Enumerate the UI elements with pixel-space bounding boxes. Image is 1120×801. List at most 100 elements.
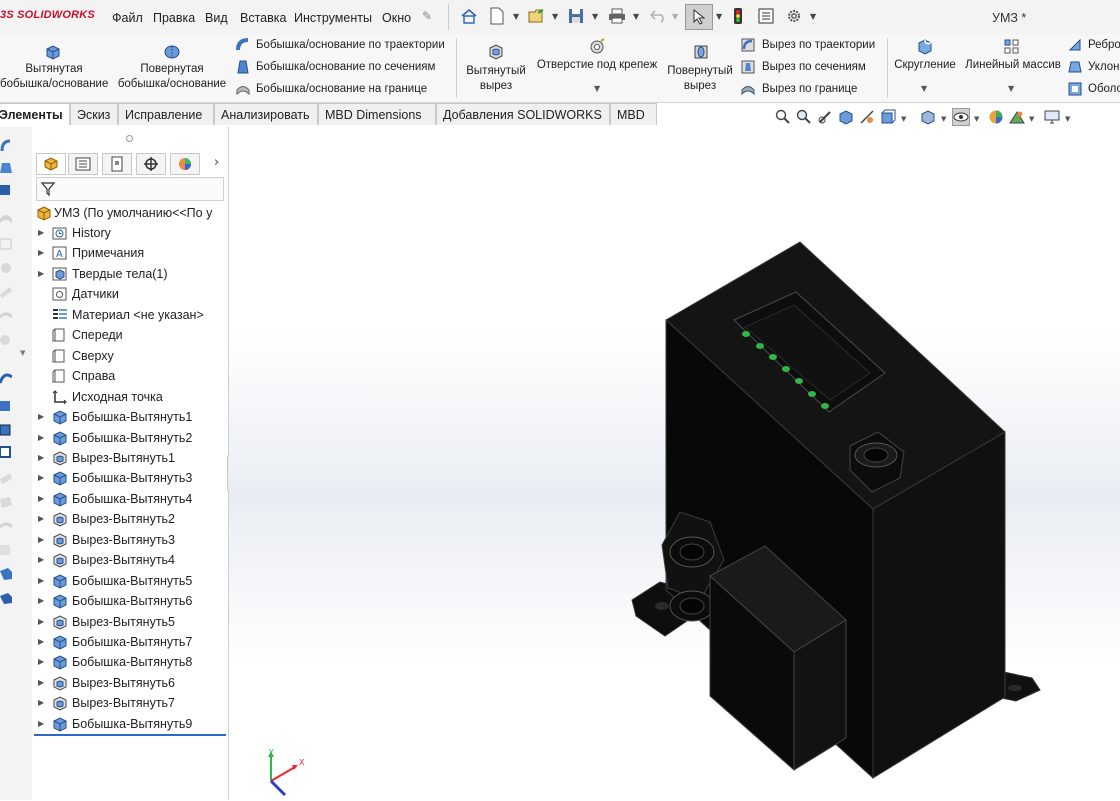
graphics-viewport[interactable]: ▼ ▼ ▼ ▼ ▼ Y X xyxy=(229,108,1120,800)
tree-item[interactable]: Справа xyxy=(32,366,228,386)
tree-root[interactable]: УМЗ (По умолчанию<<По у xyxy=(32,203,228,223)
tree-item[interactable]: ▶ Бобышка-Вытянуть6 xyxy=(32,591,228,611)
options-gear-icon[interactable] xyxy=(784,6,804,26)
expand-arrow-icon[interactable]: ▶ xyxy=(38,264,44,284)
rapid-sketch-icon[interactable] xyxy=(0,445,12,462)
tab-mbd[interactable]: MBD xyxy=(610,103,657,125)
tree-item[interactable]: ▶ Бобышка-Вытянуть1 xyxy=(32,407,228,427)
print-dropdown-chevron-icon[interactable]: ▼ xyxy=(633,12,639,21)
expand-arrow-icon[interactable]: ▶ xyxy=(38,530,44,550)
panel-grip-icon[interactable] xyxy=(126,135,133,142)
expand-arrow-icon[interactable]: ▶ xyxy=(38,407,44,427)
extruded-cut-button[interactable]: Вытянутый вырез xyxy=(462,64,530,94)
hole-wizard-dropdown-chevron-icon[interactable]: ▼ xyxy=(594,84,600,93)
tab-feature-tree[interactable] xyxy=(36,153,66,175)
zoom-to-fit-icon[interactable] xyxy=(774,108,792,126)
filter-funnel-icon[interactable] xyxy=(40,181,56,200)
tree-item[interactable]: Датчики xyxy=(32,284,228,304)
solidworks-logo[interactable]: 3S SOLIDWORKS xyxy=(0,9,95,21)
heal-edges-icon[interactable] xyxy=(0,543,12,560)
extruded-boss-button[interactable]: Вытянутая бобышка/основание xyxy=(0,62,108,92)
shell-button[interactable]: Оболо xyxy=(1088,83,1120,95)
expand-arrow-icon[interactable]: ▶ xyxy=(38,428,44,448)
tree-item[interactable]: ▶ History xyxy=(32,223,228,243)
strip-dropdown-chevron-icon[interactable]: ▼ xyxy=(20,349,25,357)
delete-face-icon[interactable] xyxy=(0,495,12,512)
menu-edit[interactable]: Правка xyxy=(153,11,195,25)
expand-arrow-icon[interactable]: ▶ xyxy=(38,612,44,632)
open-dropdown-chevron-icon[interactable]: ▼ xyxy=(552,12,558,21)
rib-button[interactable]: Ребро xyxy=(1088,39,1120,51)
expand-arrow-icon[interactable]: ▶ xyxy=(38,550,44,570)
offset-tool-icon[interactable] xyxy=(0,285,12,302)
undo-icon[interactable] xyxy=(648,6,668,26)
more-tabs-chevron-icon[interactable]: › xyxy=(214,155,219,170)
tree-item[interactable]: Сверху xyxy=(32,346,228,366)
expand-arrow-icon[interactable]: ▶ xyxy=(38,632,44,652)
menu-file[interactable]: Файл xyxy=(112,11,143,25)
tab-display-manager[interactable] xyxy=(170,153,200,175)
tree-item[interactable]: ▶ Вырез-Вытянуть7 xyxy=(32,693,228,713)
view-orientation-chevron-icon[interactable]: ▼ xyxy=(901,115,906,123)
select-dropdown-chevron-icon[interactable]: ▼ xyxy=(716,12,722,21)
lofted-cut-button[interactable]: Вырез по сечениям xyxy=(762,61,866,73)
expand-arrow-icon[interactable]: ▶ xyxy=(38,489,44,509)
tree-filter-bar[interactable] xyxy=(36,177,224,201)
edit-appearance-icon[interactable] xyxy=(987,108,1005,126)
rollback-bar[interactable] xyxy=(34,734,226,736)
tab-evaluate-fix[interactable]: Исправление xyxy=(118,103,214,125)
tree-item[interactable]: ▶ Бобышка-Вытянуть2 xyxy=(32,428,228,448)
print-icon[interactable] xyxy=(607,6,627,26)
save-icon[interactable] xyxy=(566,6,586,26)
section-view-icon[interactable] xyxy=(837,108,855,126)
tab-sketch[interactable]: Эскиз xyxy=(70,103,118,125)
knit-tool-icon[interactable] xyxy=(0,333,12,350)
revolved-boss-button[interactable]: Повернутая бобышка/основание xyxy=(116,62,228,92)
home-icon[interactable] xyxy=(459,6,479,26)
tree-item[interactable]: ▶ Бобышка-Вытянуть3 xyxy=(32,468,228,488)
new-document-icon[interactable] xyxy=(487,6,507,26)
tab-configuration-manager[interactable] xyxy=(102,153,132,175)
surface-tool-icon[interactable] xyxy=(0,211,12,228)
linear-pattern-dropdown-chevron-icon[interactable]: ▼ xyxy=(1008,84,1014,93)
tab-property-manager[interactable] xyxy=(68,153,98,175)
linear-pattern-button[interactable]: Линейный массив xyxy=(962,58,1064,73)
split-tool-icon[interactable] xyxy=(0,567,12,584)
expand-arrow-icon[interactable]: ▶ xyxy=(38,591,44,611)
swept-cut-button[interactable]: Вырез по траектории xyxy=(762,39,875,51)
revolved-cut-button[interactable]: Повернутый вырез xyxy=(664,64,736,94)
menu-tools[interactable]: Инструменты xyxy=(294,11,372,25)
sweep-surface-icon[interactable] xyxy=(0,309,14,326)
tree-item[interactable]: ▶ Вырез-Вытянуть3 xyxy=(32,530,228,550)
tab-analyze[interactable]: Анализировать xyxy=(214,103,318,125)
expand-arrow-icon[interactable]: ▶ xyxy=(38,243,44,263)
tree-item[interactable]: ▶ Вырез-Вытянуть6 xyxy=(32,673,228,693)
part-model[interactable] xyxy=(229,127,1120,800)
reference-geometry-icon[interactable] xyxy=(0,399,12,416)
instant3d-icon[interactable] xyxy=(0,423,12,440)
hide-show-items-icon[interactable] xyxy=(952,108,970,126)
menu-insert[interactable]: Вставка xyxy=(240,11,286,25)
tree-item[interactable]: Спереди xyxy=(32,325,228,345)
previous-view-icon[interactable] xyxy=(816,108,834,126)
dynamic-annotation-icon[interactable] xyxy=(858,108,876,126)
tree-item[interactable]: ▶ Бобышка-Вытянуть4 xyxy=(32,489,228,509)
tree-item[interactable]: ▶ Вырез-Вытянуть5 xyxy=(32,612,228,632)
expand-arrow-icon[interactable]: ▶ xyxy=(38,693,44,713)
expand-arrow-icon[interactable]: ▶ xyxy=(38,571,44,591)
new-dropdown-chevron-icon[interactable]: ▼ xyxy=(513,12,519,21)
hole-wizard-button[interactable]: Отверстие под крепеж xyxy=(534,58,660,73)
display-style-icon[interactable] xyxy=(919,108,937,126)
boundary-boss-button[interactable]: Бобышка/основание на границе xyxy=(256,83,427,95)
select-pointer-icon[interactable] xyxy=(685,4,713,30)
sweep-tool-icon[interactable] xyxy=(0,139,12,156)
display-style-chevron-icon[interactable]: ▼ xyxy=(941,115,946,123)
menu-view[interactable]: Вид xyxy=(205,11,228,25)
replace-face-icon[interactable] xyxy=(0,519,14,536)
tree-item[interactable]: ▶ Вырез-Вытянуть1 xyxy=(32,448,228,468)
move-face-icon[interactable] xyxy=(0,471,12,488)
expand-arrow-icon[interactable]: ▶ xyxy=(38,468,44,488)
open-folder-icon[interactable] xyxy=(527,6,547,26)
expand-arrow-icon[interactable]: ▶ xyxy=(38,673,44,693)
expand-arrow-icon[interactable]: ▶ xyxy=(38,509,44,529)
